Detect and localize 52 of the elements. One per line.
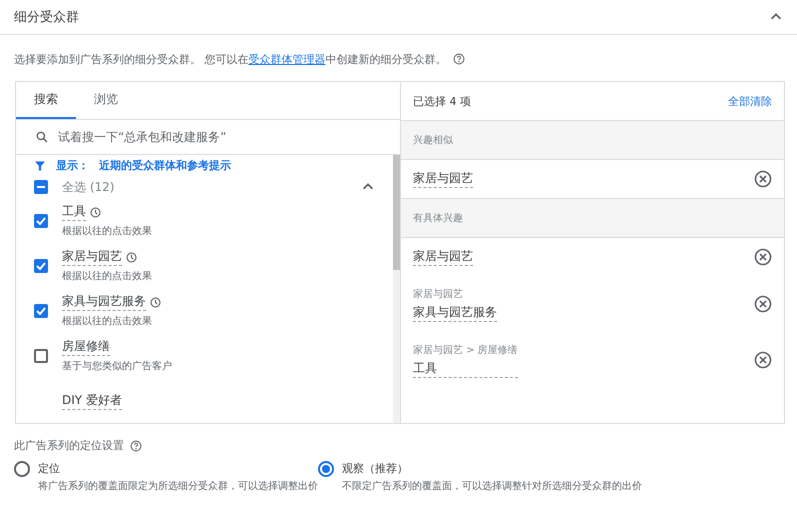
option-label: 定位	[38, 461, 61, 476]
checkbox[interactable]	[34, 258, 48, 272]
checkbox[interactable]	[34, 348, 48, 362]
filter-icon[interactable]	[34, 160, 46, 172]
search-field[interactable]: 试着搜一下“总承包和改建服务”	[56, 129, 400, 145]
audience-name: 家具与园艺服务	[62, 293, 146, 311]
audience-name: 工具	[62, 203, 86, 221]
tab[interactable]: 浏览	[76, 82, 136, 119]
group-header: 有具体兴趣	[401, 199, 784, 238]
checkbox[interactable]	[34, 214, 48, 228]
remove-button[interactable]	[754, 351, 772, 369]
select-all-checkbox[interactable]	[34, 180, 48, 194]
clock-icon	[126, 252, 137, 262]
checkbox[interactable]	[34, 304, 48, 318]
remove-button[interactable]	[754, 295, 772, 313]
selected-audience-name: 家居与园艺	[413, 248, 473, 266]
filter-label: 显示：	[56, 158, 89, 174]
audience-path: 家居与园艺 > 房屋修缮	[413, 344, 518, 356]
audience-manager-link[interactable]: 受众群体管理器	[248, 52, 326, 66]
select-all-label: 全选 (12)	[62, 178, 116, 196]
audience-path: 家居与园艺	[413, 288, 464, 300]
targeting-title: 此广告系列的定位设置	[14, 438, 124, 453]
section-title: 细分受众群	[14, 9, 79, 26]
option-description: 不限定广告系列的覆盖面，可以选择调整针对所选细分受众群的出价	[342, 480, 642, 493]
description-text: 选择要添加到广告系列的细分受众群。 您可以在受众群体管理器中创建新的细分受众群。	[14, 52, 446, 66]
audience-name: 家居与园艺	[62, 248, 122, 266]
option-description: 将广告系列的覆盖面限定为所选细分受众群，可以选择调整出价	[38, 480, 318, 493]
group-header: 兴趣相似	[401, 121, 784, 160]
selected-audience-name: 工具	[413, 360, 518, 378]
help-icon[interactable]	[130, 440, 142, 452]
audience-name: DIY 爱好者	[62, 392, 122, 410]
clear-all-button[interactable]: 全部清除	[728, 94, 772, 108]
tab[interactable]: 搜索	[16, 82, 76, 119]
remove-button[interactable]	[754, 248, 772, 266]
selected-audience-name: 家居与园艺	[413, 170, 473, 188]
help-icon[interactable]	[452, 53, 464, 65]
radio-button[interactable]	[318, 461, 334, 477]
audience-note: 根据以往的点击效果	[62, 224, 152, 238]
radio-button[interactable]	[14, 461, 30, 477]
audience-note: 根据以往的点击效果	[62, 314, 153, 328]
filter-value[interactable]: 近期的受众群体和参考提示	[99, 158, 231, 174]
audience-name: 房屋修缮	[62, 338, 110, 356]
clock-icon	[150, 296, 161, 308]
search-icon	[36, 131, 48, 143]
selected-count: 已选择 4 项	[413, 94, 471, 108]
selected-audience-name: 家具与园艺服务	[413, 304, 497, 322]
audience-note: 根据以往的点击效果	[62, 270, 152, 283]
option-label: 观察（推荐）	[342, 461, 409, 476]
remove-button[interactable]	[754, 170, 772, 188]
scrollbar[interactable]	[393, 155, 400, 423]
audience-note: 基于与您类似的广告客户	[62, 360, 172, 373]
clock-icon	[90, 206, 101, 218]
